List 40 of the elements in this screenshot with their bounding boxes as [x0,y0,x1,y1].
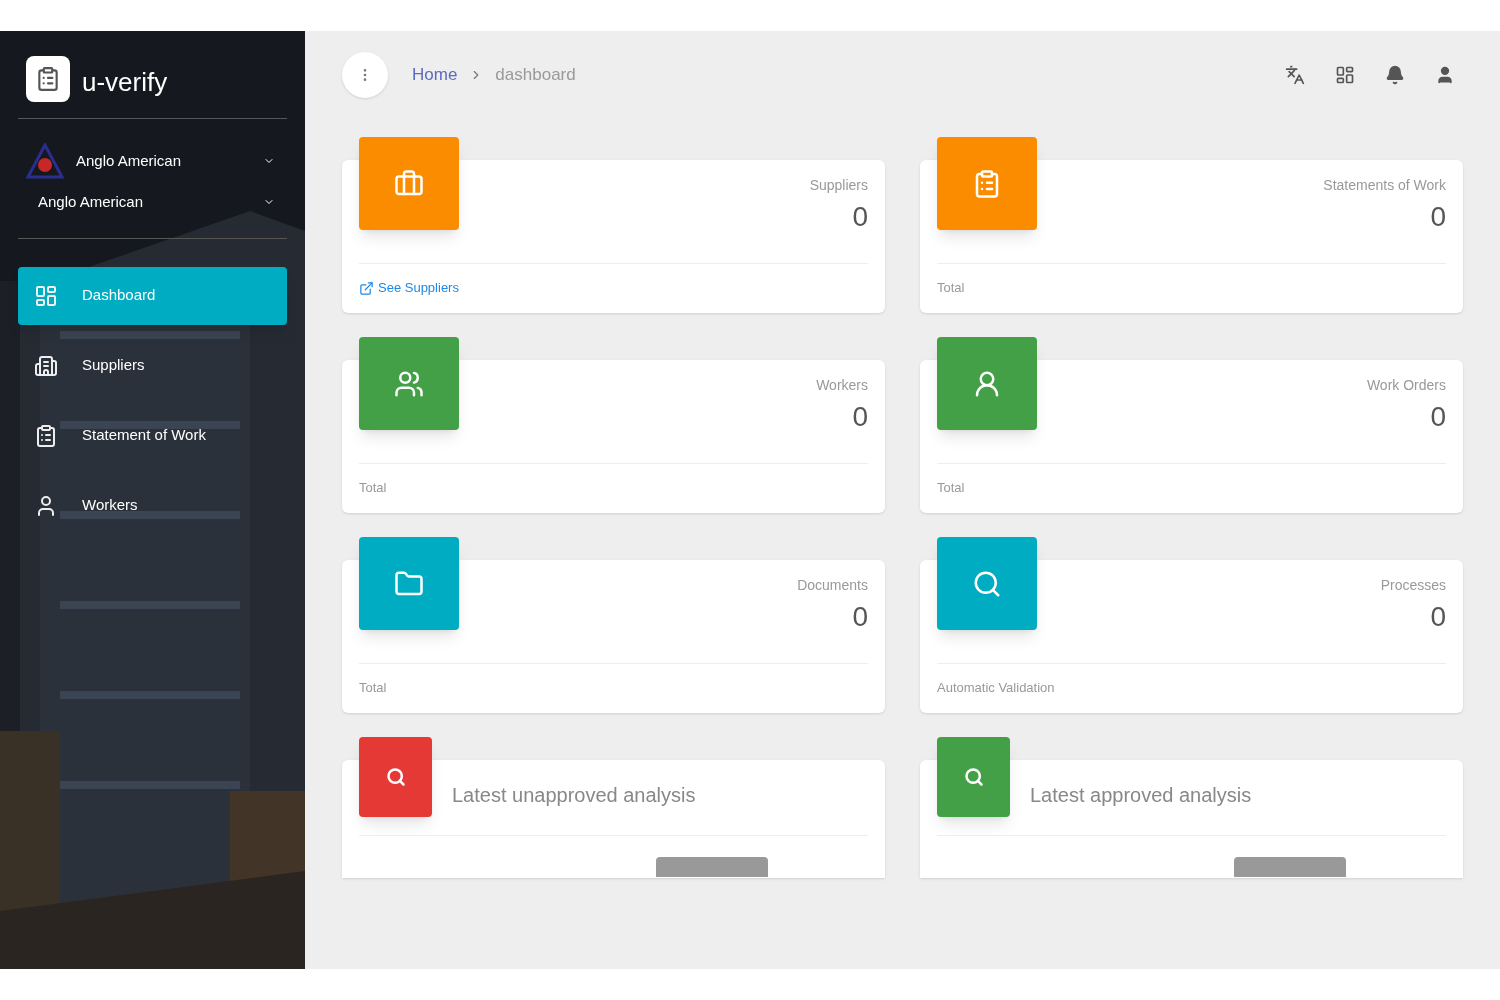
nav-item[interactable]: Workers [18,476,287,535]
footer-link[interactable]: See Suppliers [378,278,459,298]
stat-title: Work Orders [1366,376,1446,395]
analysis-title: Latest unapproved analysis [452,783,696,808]
stat-value: 0 [1430,600,1446,634]
translate-icon[interactable] [1285,65,1305,85]
footer-text: Total [359,679,387,698]
dashboard-icon [34,283,58,308]
account-logo-icon [26,143,64,179]
company-name[interactable]: Anglo American [38,191,263,214]
dashboard-icon[interactable] [1335,65,1355,85]
stat-title: Processes [1380,576,1446,595]
stat-title: Workers [816,376,868,395]
stat-value: 0 [1430,400,1446,434]
logo-icon [26,55,70,102]
breadcrumb-link[interactable]: Home [412,62,458,88]
external-link-icon [359,280,374,296]
brand-name: u-verify [82,66,168,99]
stat-value: 0 [852,600,868,634]
stat-value: 0 [852,200,868,234]
nav-item[interactable]: Statement of Work [18,406,287,465]
clipboard-icon [34,423,58,448]
stat-value: 0 [852,400,868,434]
notifications-icon[interactable] [1385,65,1405,85]
breadcrumb-current: dashboard [495,64,576,87]
stat-title: Statements of Work [1323,176,1446,195]
search-icon [963,767,984,787]
stat-title: Suppliers [809,176,868,195]
footer-text: Automatic Validation [937,679,1055,698]
stat-title: Documents [797,576,868,595]
footer-text: Total [937,479,965,498]
footer-text: Total [937,279,965,298]
analysis-title: Latest approved analysis [1030,783,1252,808]
search-icon [385,767,406,787]
footer-text: Total [359,479,387,498]
nav-item[interactable]: Suppliers [18,336,287,395]
stat-value: 0 [1430,200,1446,234]
account-name[interactable]: Anglo American [76,149,263,173]
building-icon [34,353,58,378]
account-icon[interactable] [1435,65,1455,85]
